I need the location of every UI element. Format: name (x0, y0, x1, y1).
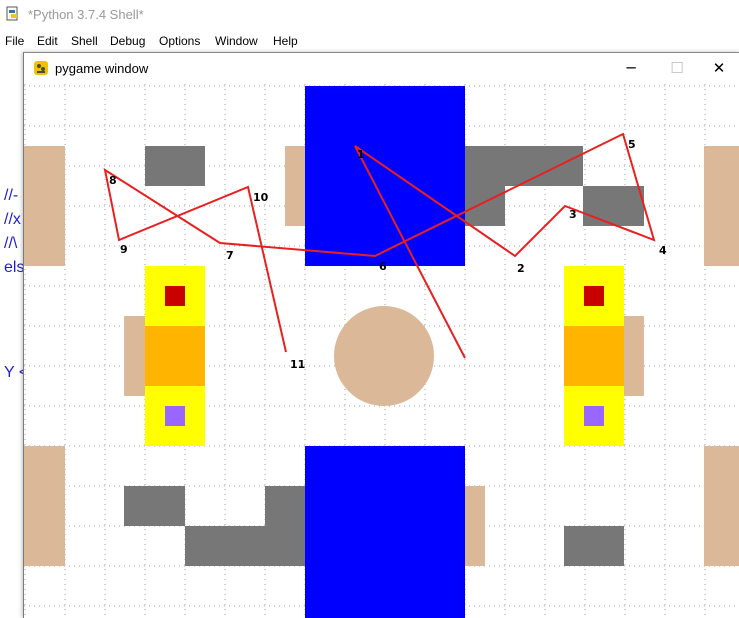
gray-block (145, 146, 205, 186)
idle-window-title: *Python 3.7.4 Shell* (28, 7, 144, 22)
menu-window[interactable]: Window (215, 34, 258, 48)
game-scene: 1 2 3 4 5 6 7 8 9 10 11 (24, 84, 739, 618)
point-label: 4 (659, 244, 667, 257)
purple-square (584, 406, 604, 426)
pygame-window: pygame window ─ ☐ ✕ 1 2 3 4 5 6 7 8 9 10… (23, 52, 739, 618)
tan-block (704, 146, 739, 266)
point-label: 8 (109, 174, 117, 187)
code-fragment: //x (4, 211, 21, 228)
idle-titlebar[interactable]: *Python 3.7.4 Shell* (0, 0, 739, 30)
blue-block (305, 86, 465, 266)
pygame-window-title: pygame window (55, 61, 149, 76)
tan-block (624, 316, 644, 396)
point-label: 5 (628, 138, 636, 151)
point-label: 11 (290, 358, 305, 371)
tan-block (24, 146, 65, 266)
point-label: 6 (379, 260, 387, 273)
code-fragment: //- (4, 187, 19, 204)
pygame-titlebar[interactable]: pygame window ─ ☐ ✕ (24, 53, 739, 83)
tan-block (24, 446, 65, 566)
point-label: 9 (120, 243, 128, 256)
tan-block (704, 446, 739, 566)
minimize-button[interactable]: ─ (608, 53, 654, 83)
code-fragment: //\ (4, 235, 18, 252)
menu-debug[interactable]: Debug (110, 34, 145, 48)
close-button[interactable]: ✕ (696, 53, 739, 83)
menu-shell[interactable]: Shell (71, 34, 98, 48)
pygame-snake-icon (33, 60, 49, 76)
tan-circle (334, 306, 434, 406)
gray-block (185, 486, 305, 566)
python-file-icon (5, 6, 21, 22)
point-label: 1 (357, 148, 365, 161)
purple-square (165, 406, 185, 426)
menu-edit[interactable]: Edit (37, 34, 58, 48)
tan-block (465, 486, 485, 566)
idle-menubar: File Edit Shell Debug Options Window Hel… (0, 31, 739, 51)
gray-block (465, 146, 644, 226)
orange-block (564, 326, 624, 386)
maximize-button[interactable]: ☐ (654, 53, 700, 83)
code-fragment: els (4, 259, 25, 276)
menu-options[interactable]: Options (159, 34, 200, 48)
point-label: 10 (253, 191, 269, 204)
point-label: 3 (569, 208, 577, 221)
red-square (165, 286, 185, 306)
blue-block (305, 446, 465, 618)
gray-block (124, 486, 185, 526)
menu-help[interactable]: Help (273, 34, 298, 48)
tan-block (124, 316, 145, 396)
menu-file[interactable]: File (5, 34, 24, 48)
red-square (584, 286, 604, 306)
gray-block (564, 526, 624, 566)
point-label: 2 (517, 262, 525, 275)
point-label: 7 (226, 249, 234, 262)
tan-block (285, 146, 305, 226)
orange-block (145, 326, 205, 386)
pygame-canvas[interactable]: 1 2 3 4 5 6 7 8 9 10 11 (24, 84, 739, 618)
